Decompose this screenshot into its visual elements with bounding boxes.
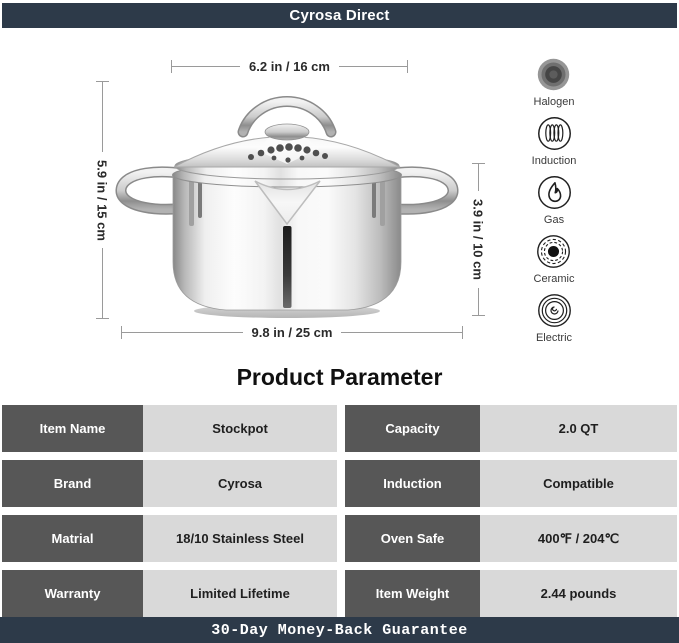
brand-banner: Cyrosa Direct [2, 3, 677, 28]
brand-title: Cyrosa Direct [289, 7, 389, 24]
halogen-icon [535, 56, 572, 93]
dimension-total-width: 9.8 in / 25 cm [121, 321, 463, 344]
stockpot-illustration [108, 74, 478, 322]
stove-label: Halogen [534, 96, 575, 108]
dimension-total-height: 5.9 in / 15 cm [89, 81, 115, 319]
param-value: 18/10 Stainless Steel [143, 515, 337, 562]
dimension-tick [462, 326, 463, 339]
stove-label: Ceramic [534, 273, 575, 285]
dimension-line [478, 288, 479, 315]
param-label: Brand [2, 460, 143, 507]
dimension-line [341, 332, 462, 333]
ceramic-icon [535, 233, 572, 270]
param-value: Compatible [480, 460, 677, 507]
param-value: Limited Lifetime [143, 570, 337, 617]
param-label: Matrial [2, 515, 143, 562]
column-gap [337, 515, 345, 562]
column-gap [337, 405, 345, 452]
section-title: Product Parameter [0, 364, 679, 391]
electric-icon [536, 292, 573, 329]
param-label: Item Weight [345, 570, 480, 617]
guarantee-text: 30-Day Money-Back Guarantee [211, 622, 468, 639]
product-infographic: Cyrosa Direct [0, 0, 679, 643]
stove-compatibility-list: Halogen Induction Gas [511, 56, 597, 344]
stockpot-drawing [108, 74, 478, 322]
column-gap [337, 570, 345, 617]
param-label: Oven Safe [345, 515, 480, 562]
dimension-line [102, 248, 103, 318]
product-parameter-table: Item Name Stockpot Capacity 2.0 QT Brand… [2, 405, 677, 617]
dimension-label-bottom: 9.8 in / 25 cm [243, 325, 342, 340]
param-value: 2.0 QT [480, 405, 677, 452]
dimension-label-left: 5.9 in / 15 cm [95, 152, 110, 249]
stove-label: Induction [532, 155, 577, 167]
stove-item-ceramic: Ceramic [534, 233, 575, 285]
dimension-lid-diameter: 6.2 in / 16 cm [171, 54, 408, 78]
stove-item-gas: Gas [536, 174, 573, 226]
dimension-tick [472, 315, 485, 316]
guarantee-banner: 30-Day Money-Back Guarantee [0, 617, 679, 643]
dimension-label-top: 6.2 in / 16 cm [240, 59, 339, 74]
stove-label: Gas [544, 214, 564, 226]
param-value: 2.44 pounds [480, 570, 677, 617]
stove-item-halogen: Halogen [534, 56, 575, 108]
param-label: Induction [345, 460, 480, 507]
dimension-line [339, 66, 407, 67]
dimension-pot-depth: 3.9 in / 10 cm [465, 163, 491, 316]
dimension-tick [96, 318, 109, 319]
param-label: Item Name [2, 405, 143, 452]
param-value: 400℉ / 204℃ [480, 515, 677, 562]
dimension-line [102, 82, 103, 152]
dimension-line [478, 164, 479, 191]
induction-icon [536, 115, 573, 152]
dimension-line [172, 66, 240, 67]
param-label: Capacity [345, 405, 480, 452]
column-gap [337, 460, 345, 507]
dimension-tick [407, 60, 408, 73]
gas-icon [536, 174, 573, 211]
param-value: Cyrosa [143, 460, 337, 507]
dimension-line [122, 332, 243, 333]
stove-item-induction: Induction [532, 115, 577, 167]
param-label: Warranty [2, 570, 143, 617]
stove-label: Electric [536, 332, 572, 344]
dimension-label-right: 3.9 in / 10 cm [471, 191, 486, 288]
param-value: Stockpot [143, 405, 337, 452]
stove-item-electric: Electric [536, 292, 573, 344]
